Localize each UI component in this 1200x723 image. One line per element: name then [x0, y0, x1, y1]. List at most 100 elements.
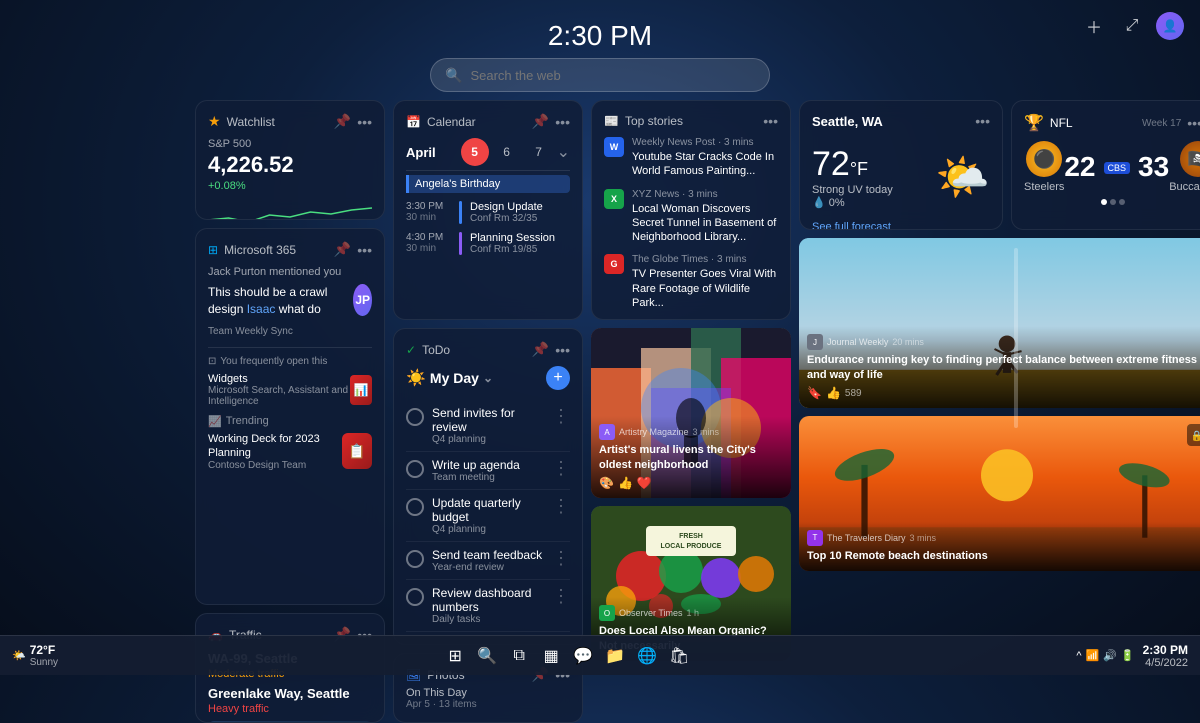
mural-card[interactable]: A Artistry Magazine 3 mins Artist's mura… — [591, 328, 791, 498]
more-icon[interactable]: ••• — [357, 114, 372, 130]
news-headline-2: TV Presenter Goes Viral With Rare Footag… — [632, 267, 778, 310]
wifi-icon[interactable]: 📶 — [1086, 649, 1100, 662]
more-icon-stories[interactable]: ••• — [763, 113, 778, 129]
road2-name: Greenlake Way, Seattle — [208, 686, 372, 701]
user-avatar[interactable]: 👤 — [1156, 12, 1184, 40]
todo-checkbox-2[interactable] — [406, 498, 424, 516]
pin-icon-todo[interactable]: 📌 — [532, 341, 549, 358]
todo-checkbox-4[interactable] — [406, 588, 424, 606]
team-steelers: ⚫ Steelers — [1024, 141, 1064, 193]
explorer-button[interactable]: 📁 — [604, 645, 626, 667]
todo-item-3: Send team feedback Year-end review ⋮ — [406, 542, 570, 580]
news-headline-1: Local Woman Discovers Secret Tunnel in B… — [632, 202, 778, 245]
beaches-card[interactable]: 🔒 T The Travelers Diary 3 mins Top 10 Re… — [799, 416, 1200, 571]
stories-title: Top stories — [625, 114, 683, 128]
pin-icon[interactable]: 📌 — [334, 113, 351, 130]
todo-checkbox-0[interactable] — [406, 408, 424, 426]
taskview-button[interactable]: ⧉ — [508, 645, 530, 667]
todo-checkbox-1[interactable] — [406, 460, 424, 478]
score2: 33 — [1138, 151, 1169, 183]
cal-expand-icon[interactable]: ⌄ — [557, 142, 570, 162]
cal-event-1: 3:30 PM 30 min Design Update Conf Rm 32/… — [406, 201, 570, 224]
cal-day-7[interactable]: 7 — [525, 138, 553, 166]
cal-day-6[interactable]: 6 — [493, 138, 521, 166]
search-taskbar-button[interactable]: 🔍 — [476, 645, 498, 667]
more-icon-cal[interactable]: ••• — [555, 114, 570, 130]
taskbar: 🌤️ 72°F Sunny ⊞ 🔍 ⧉ ▦ 💬 📁 🌐 🛍 ^ 📶 🔊 🔋 2:… — [0, 635, 1200, 675]
road2-status: Heavy traffic — [208, 703, 372, 715]
cal-month: April — [406, 145, 436, 160]
search-bar[interactable]: 🔍 — [430, 58, 770, 92]
windows-start-button[interactable]: ⊞ — [444, 645, 466, 667]
expand-button[interactable]: ⤢ — [1118, 12, 1146, 40]
volume-icon[interactable]: 🔊 — [1103, 649, 1117, 662]
taskbar-date: 4/5/2022 — [1143, 657, 1188, 669]
todo-day-title: ☀️ My Day ⌄ — [406, 368, 493, 388]
edge-button[interactable]: 🌐 — [636, 645, 658, 667]
todo-icon: ✓ — [406, 343, 416, 357]
more-icon-nfl[interactable]: ••• — [1187, 115, 1200, 131]
pin-icon-cal[interactable]: 📌 — [532, 113, 549, 130]
todo-more-2[interactable]: ⋮ — [552, 496, 570, 517]
weather-location: Seattle, WA — [812, 114, 883, 129]
store-button[interactable]: 🛍 — [668, 645, 690, 667]
doc-item-widgets[interactable]: Widgets Microsoft Search, Assistant and … — [208, 373, 372, 407]
ms-icon: ⊞ — [208, 243, 218, 257]
news-item-2[interactable]: G The Globe Times · 3 mins TV Presenter … — [604, 254, 778, 310]
steelers-logo: ⚫ — [1026, 141, 1062, 177]
cal-event-2: 4:30 PM 30 min Planning Session Conf Rm … — [406, 232, 570, 255]
calendar-icon: 📅 — [406, 115, 421, 129]
doc-thumbnail: 📊 — [350, 375, 372, 405]
trending-thumb: 📋 — [342, 433, 373, 469]
endurance-source: J Journal Weekly 20 mins — [807, 334, 1200, 350]
teams-button[interactable]: 💬 — [572, 645, 594, 667]
cbs-badge: CBS — [1104, 160, 1131, 174]
news-item-0[interactable]: W Weekly News Post · 3 mins Youtube Star… — [604, 137, 778, 179]
forecast-link[interactable]: See full forecast — [812, 221, 990, 230]
todo-checkbox-3[interactable] — [406, 550, 424, 568]
todo-more-1[interactable]: ⋮ — [552, 458, 570, 479]
calendar-widget: 📅 Calendar 📌 ••• April 5 6 7 ⌄ A — [393, 100, 583, 320]
pin-icon-m365[interactable]: 📌 — [334, 241, 351, 258]
sparkline-chart — [208, 200, 372, 220]
beaches-headline: Top 10 Remote beach destinations — [807, 549, 1200, 563]
mention-text: Jack Purton mentioned you — [208, 266, 372, 278]
search-input[interactable] — [470, 68, 755, 83]
todo-item-2: Update quarterly budget Q4 planning ⋮ — [406, 490, 570, 542]
todo-more-0[interactable]: ⋮ — [552, 406, 570, 427]
battery-icon[interactable]: 🔋 — [1121, 649, 1135, 662]
more-icon-weather[interactable]: ••• — [975, 113, 990, 129]
cal-day-today[interactable]: 5 — [461, 138, 489, 166]
beaches-lock-badge: 🔒 — [1187, 424, 1200, 446]
svg-text:LOCAL PRODUCE: LOCAL PRODUCE — [661, 543, 722, 550]
more-icon-todo[interactable]: ••• — [555, 342, 570, 358]
chevron-up-icon[interactable]: ^ — [1076, 650, 1081, 662]
todo-more-4[interactable]: ⋮ — [552, 586, 570, 607]
calendar-title: Calendar — [427, 115, 476, 129]
taskbar-right: ^ 📶 🔊 🔋 2:30 PM 4/5/2022 — [1076, 643, 1188, 669]
news-headline-0: Youtube Star Cracks Code In World Famous… — [632, 150, 778, 179]
contact-avatar: JP — [353, 284, 372, 316]
photos-meta: Apr 5 · 13 items — [406, 699, 570, 710]
add-widget-button[interactable]: ＋ — [1080, 12, 1108, 40]
weather-icon: 🌤️ — [935, 151, 990, 203]
todo-add-button[interactable]: + — [546, 366, 570, 390]
widgets-taskbar-button[interactable]: ▦ — [540, 645, 562, 667]
news-source-dot-1: X — [604, 189, 624, 209]
nfl-title: NFL — [1050, 116, 1073, 130]
taskbar-time: 2:30 PM — [1143, 643, 1188, 657]
more-icon-m365[interactable]: ••• — [357, 242, 372, 258]
panel-scrollbar[interactable] — [1014, 248, 1018, 428]
mural-source-dot: A — [599, 424, 615, 440]
taskbar-center: ⊞ 🔍 ⧉ ▦ 💬 📁 🌐 🛍 — [444, 645, 690, 667]
taskbar-clock[interactable]: 2:30 PM 4/5/2022 — [1143, 643, 1188, 669]
trending-item[interactable]: Working Deck for 2023 Planning Contoso D… — [208, 432, 372, 472]
m365-widget: ⊞ Microsoft 365 📌 ••• Jack Purton mentio… — [195, 228, 385, 605]
news-item-1[interactable]: X XYZ News · 3 mins Local Woman Discover… — [604, 189, 778, 245]
taskbar-condition: Sunny — [30, 657, 58, 668]
svg-text:FRESH: FRESH — [679, 533, 703, 540]
todo-widget: ✓ ToDo 📌 ••• ☀️ My Day ⌄ + Sen — [393, 328, 583, 645]
todo-more-3[interactable]: ⋮ — [552, 548, 570, 569]
endurance-card[interactable]: J Journal Weekly 20 mins Endurance runni… — [799, 238, 1200, 408]
message-preview: This should be a crawl design Isaac what… — [208, 284, 345, 318]
